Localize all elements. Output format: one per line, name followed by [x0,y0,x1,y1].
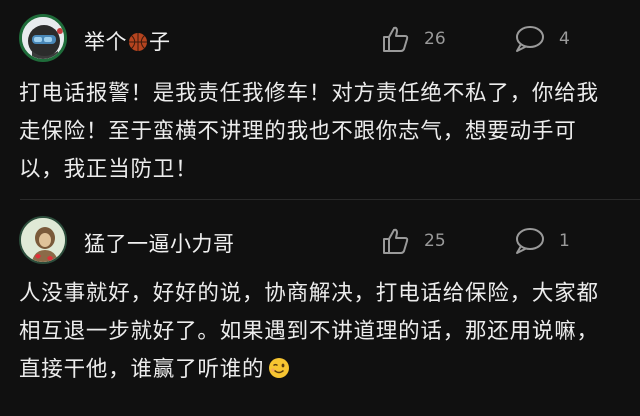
reply-button[interactable]: 1 [513,226,570,256]
username[interactable]: 举个 子 [84,26,171,56]
comment-item: 举个 子 26 4 打电话报警！是我责任我修车！对方责任绝不私了，你给我走保险！… [0,0,640,200]
like-count: 26 [424,29,446,49]
comment-item: 猛了一逼小力哥 25 1 人没事就好，好好的说，协商解决，打电话给保险，大家都相… [0,200,640,416]
thumbs-up-icon [383,26,409,52]
username[interactable]: 猛了一逼小力哥 [84,228,235,258]
comment-text: 打电话报警！是我责任我修车！对方责任绝不私了，你给我走保险！至于蛮横不讲理的我也… [19,81,599,182]
reply-count: 1 [559,231,570,251]
reply-button[interactable]: 4 [513,24,570,54]
comment-text-body: 人没事就好，好好的说，协商解决，打电话给保险，大家都相互退一步就好了。如果遇到不… [19,281,599,382]
like-button[interactable]: 25 [380,226,446,256]
username-text: 举个 [84,30,127,54]
thumbs-up-icon [383,228,409,254]
speech-bubble-icon [516,228,544,254]
avatar-image [21,218,65,262]
avatar[interactable] [19,14,67,62]
basketball-emoji-icon [129,33,147,51]
comment-text: 人没事就好，好好的说，协商解决，打电话给保险，大家都相互退一步就好了。如果遇到不… [19,275,619,389]
like-count: 25 [424,231,446,251]
reply-count: 4 [559,29,570,49]
like-button[interactable]: 26 [380,24,446,54]
username-text-suffix: 子 [149,30,171,54]
winking-face-emoji-icon [269,358,290,378]
avatar[interactable] [19,216,67,264]
avatar-image [22,17,64,59]
speech-bubble-icon [516,26,544,52]
